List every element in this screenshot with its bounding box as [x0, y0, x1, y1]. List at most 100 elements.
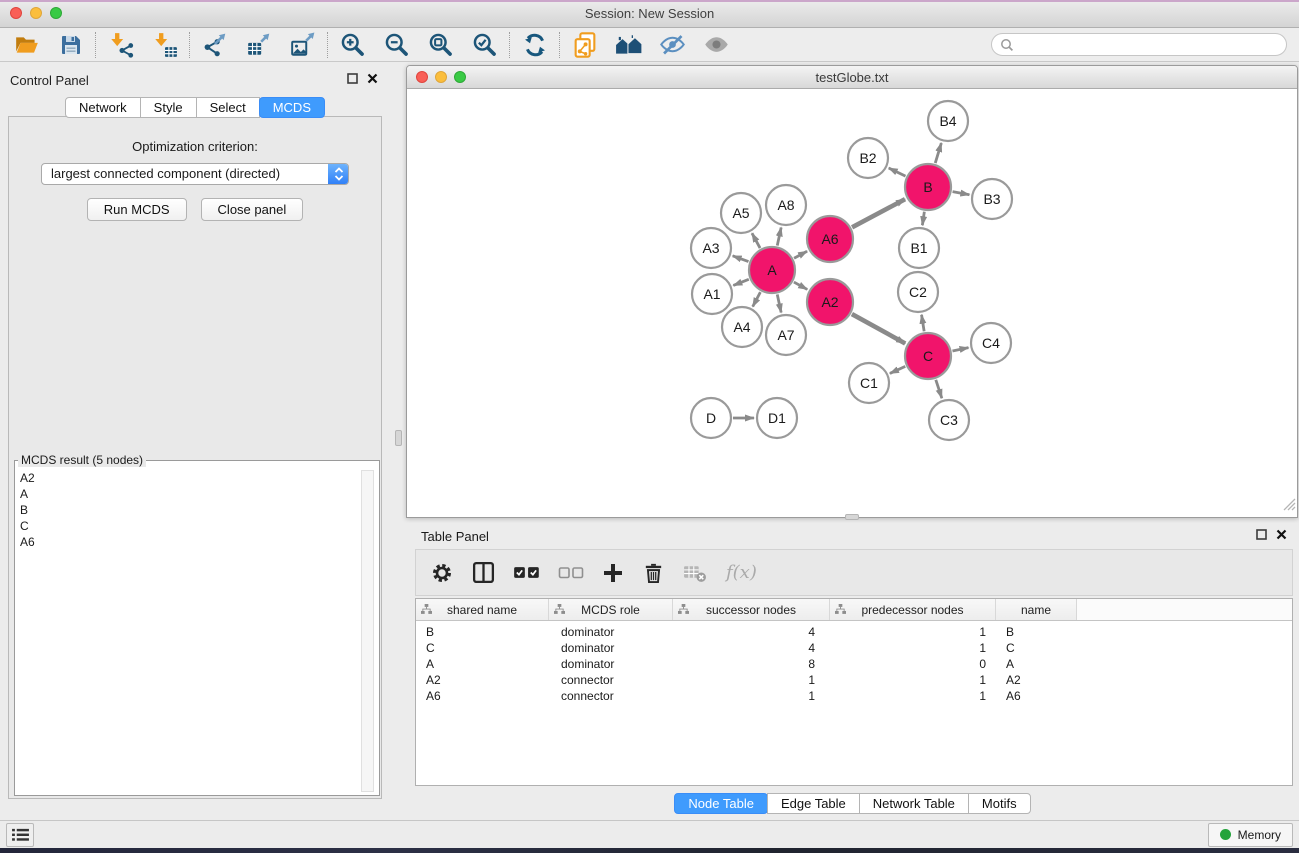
graph-edge-B-B3[interactable]	[953, 192, 970, 195]
tab-node-table[interactable]: Node Table	[674, 793, 768, 814]
graph-edge-A-A3[interactable]	[733, 256, 749, 262]
graph-node-B1[interactable]: B1	[899, 228, 939, 268]
table-cell[interactable]: connector	[549, 673, 673, 687]
zoom-in-icon[interactable]	[338, 30, 367, 59]
task-history-button[interactable]	[6, 823, 34, 847]
table-cell[interactable]: dominator	[549, 657, 673, 671]
tab-edge-table[interactable]: Edge Table	[767, 793, 860, 814]
add-column-icon[interactable]	[601, 561, 625, 585]
table-cell[interactable]: A	[996, 657, 1077, 671]
graph-node-A7[interactable]: A7	[766, 315, 806, 355]
graph-node-A8[interactable]: A8	[766, 185, 806, 225]
close-panel-icon[interactable]	[367, 71, 378, 89]
hide-selected-icon[interactable]	[658, 30, 687, 59]
graph-edge-C-C1[interactable]	[890, 366, 905, 373]
table-cell[interactable]: A6	[416, 689, 549, 703]
graph-edge-A-A5[interactable]	[752, 233, 760, 248]
graph-edge-A-A2[interactable]	[794, 282, 807, 289]
graph-node-A2[interactable]: A2	[807, 279, 853, 325]
table-cell[interactable]: B	[416, 625, 549, 639]
import-network-icon[interactable]	[106, 30, 135, 59]
close-panel-button[interactable]: Close panel	[201, 198, 304, 221]
export-network-icon[interactable]	[200, 30, 229, 59]
memory-button[interactable]: Memory	[1208, 823, 1293, 847]
float-table-panel-icon[interactable]	[1256, 527, 1267, 545]
graph-edge-C-C3[interactable]	[936, 380, 942, 398]
graph-node-B[interactable]: B	[905, 164, 951, 210]
table-row[interactable]: A2connector11A2	[416, 672, 1292, 688]
run-mcds-button[interactable]: Run MCDS	[87, 198, 187, 221]
graph-edge-B-B1[interactable]	[922, 212, 924, 226]
table-cell[interactable]: 1	[830, 673, 996, 687]
column-settings-icon[interactable]	[430, 561, 454, 585]
table-cell[interactable]: 1	[673, 673, 830, 687]
graph-edge-B-B2[interactable]	[889, 168, 906, 176]
graph-node-B3[interactable]: B3	[972, 179, 1012, 219]
table-row[interactable]: Bdominator41B	[416, 624, 1292, 640]
toggle-panel-mode-icon[interactable]	[471, 560, 496, 585]
column-header-successor-nodes[interactable]: successor nodes	[673, 599, 830, 620]
table-cell[interactable]: A2	[416, 673, 549, 687]
graph-node-A4[interactable]: A4	[722, 307, 762, 347]
tab-style[interactable]: Style	[140, 97, 197, 118]
graph-edge-C-C2[interactable]	[922, 315, 925, 332]
first-neighbors-icon[interactable]	[614, 30, 643, 59]
graph-edge-A-A6[interactable]	[794, 251, 807, 258]
table-cell[interactable]: 0	[830, 657, 996, 671]
table-cell[interactable]: A	[416, 657, 549, 671]
table-cell[interactable]: 1	[673, 689, 830, 703]
graph-node-C3[interactable]: C3	[929, 400, 969, 440]
graph-edge-A-A4[interactable]	[753, 292, 761, 307]
table-cell[interactable]: C	[416, 641, 549, 655]
graph-edge-B-B4[interactable]	[935, 143, 941, 163]
graph-node-A3[interactable]: A3	[691, 228, 731, 268]
tab-mcds[interactable]: MCDS	[259, 97, 325, 118]
graph-node-C1[interactable]: C1	[849, 363, 889, 403]
graph-node-C2[interactable]: C2	[898, 272, 938, 312]
table-cell[interactable]: 1	[830, 625, 996, 639]
table-cell[interactable]: 8	[673, 657, 830, 671]
zoom-selected-icon[interactable]	[470, 30, 499, 59]
column-header-name[interactable]: name	[996, 599, 1077, 620]
new-network-from-selection-icon[interactable]	[570, 30, 599, 59]
table-cell[interactable]: A6	[996, 689, 1077, 703]
graph-node-B4[interactable]: B4	[928, 101, 968, 141]
table-cell[interactable]: C	[996, 641, 1077, 655]
table-cell[interactable]: 1	[830, 689, 996, 703]
graph-node-C[interactable]: C	[905, 333, 951, 379]
tab-select[interactable]: Select	[196, 97, 260, 118]
graph-node-A6[interactable]: A6	[807, 216, 853, 262]
export-image-icon[interactable]	[288, 30, 317, 59]
zoom-out-icon[interactable]	[382, 30, 411, 59]
graph-node-D1[interactable]: D1	[757, 398, 797, 438]
graph-node-B2[interactable]: B2	[848, 138, 888, 178]
deselect-all-icon[interactable]	[558, 566, 584, 580]
graph-edge-A-A7[interactable]	[777, 294, 781, 312]
mcds-result-item[interactable]: A2	[20, 470, 379, 486]
mcds-result-item[interactable]: A	[20, 486, 379, 502]
network-window-titlebar[interactable]: testGlobe.txt	[407, 66, 1297, 89]
graph-edge-C-C4[interactable]	[952, 348, 968, 351]
tab-network[interactable]: Network	[65, 97, 141, 118]
mcds-result-item[interactable]: B	[20, 502, 379, 518]
graph-node-A[interactable]: A	[749, 247, 795, 293]
search-input[interactable]	[1014, 37, 1278, 52]
graph-node-D[interactable]: D	[691, 398, 731, 438]
table-cell[interactable]: A2	[996, 673, 1077, 687]
export-table-icon[interactable]	[244, 30, 273, 59]
table-row[interactable]: A6connector11A6	[416, 688, 1292, 704]
table-cell[interactable]: connector	[549, 689, 673, 703]
table-cell[interactable]: 4	[673, 641, 830, 655]
column-header-shared-name[interactable]: shared name	[416, 599, 549, 620]
graph-edge-A6-B[interactable]	[852, 199, 905, 227]
select-all-icon[interactable]	[513, 565, 541, 580]
table-cell[interactable]: 1	[830, 641, 996, 655]
tab-motifs[interactable]: Motifs	[968, 793, 1031, 814]
criterion-select[interactable]: largest connected component (directed)	[41, 163, 349, 185]
graph-node-A5[interactable]: A5	[721, 193, 761, 233]
apply-layout-icon[interactable]	[520, 30, 549, 59]
graph-edge-A-A1[interactable]	[733, 279, 748, 285]
result-scrollbar[interactable]	[361, 470, 374, 792]
mcds-result-item[interactable]: C	[20, 518, 379, 534]
mcds-result-item[interactable]: A6	[20, 534, 379, 550]
